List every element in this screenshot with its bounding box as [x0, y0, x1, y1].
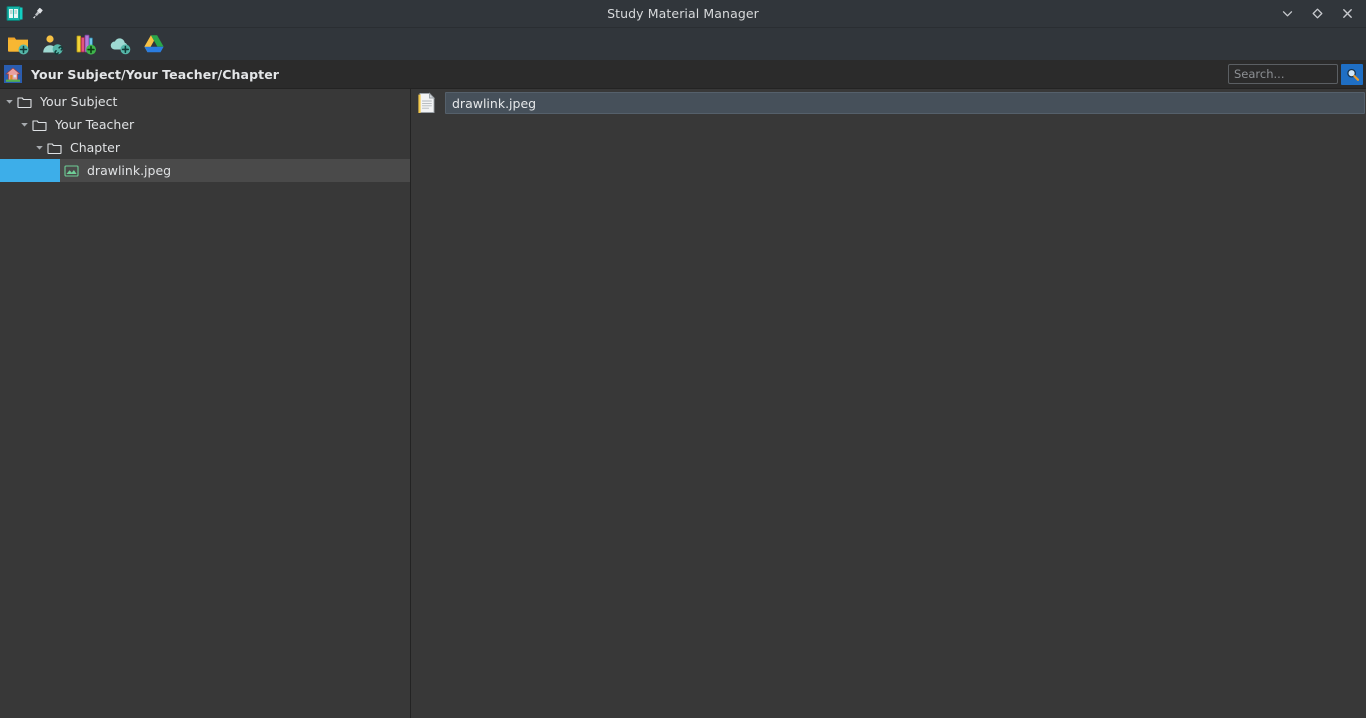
add-cloud-button[interactable]: [106, 30, 134, 58]
tree-item-chapter[interactable]: Chapter: [0, 136, 410, 159]
home-icon[interactable]: [4, 65, 22, 83]
add-books-button[interactable]: [72, 30, 100, 58]
folder-icon: [16, 90, 33, 113]
search-input[interactable]: [1228, 64, 1338, 84]
add-cloud-icon: [108, 32, 132, 56]
title-bar: Study Material Manager: [0, 0, 1366, 28]
breadcrumb[interactable]: Your Subject/Your Teacher/Chapter: [31, 67, 279, 82]
search-area: [1228, 63, 1366, 85]
chevron-down-icon[interactable]: [32, 136, 46, 159]
chevron-down-icon[interactable]: [17, 113, 31, 136]
title-bar-left: [0, 4, 45, 23]
folder-icon: [31, 113, 48, 136]
add-teacher-button[interactable]: [38, 30, 66, 58]
folder-tree: Your Subject Your Teacher Chapter drawli…: [0, 89, 410, 182]
book-icon: [5, 4, 24, 23]
add-folder-button[interactable]: [4, 30, 32, 58]
search-button[interactable]: [1341, 63, 1363, 85]
maximize-button[interactable]: [1302, 1, 1332, 27]
chevron-down-icon[interactable]: [2, 90, 16, 113]
app-window: Study Material Manager Your Subject/Your…: [0, 0, 1366, 718]
toolbar: [0, 28, 1366, 60]
tree-item-label: drawlink.jpeg: [87, 163, 172, 178]
google-drive-icon: [142, 32, 166, 56]
window-title: Study Material Manager: [607, 6, 759, 21]
tree-item-your-teacher[interactable]: Your Teacher: [0, 113, 410, 136]
tree-item-label: Your Teacher: [55, 117, 135, 132]
magnifier-icon: [1345, 67, 1360, 82]
file-list-panel: drawlink.jpeg: [411, 89, 1366, 718]
add-person-link-icon: [40, 32, 64, 56]
file-list-item[interactable]: drawlink.jpeg: [411, 89, 1366, 117]
pin-icon[interactable]: [30, 6, 45, 21]
document-icon: [416, 89, 438, 117]
location-bar: Your Subject/Your Teacher/Chapter: [0, 60, 1366, 89]
tree-item-label: Your Subject: [40, 94, 118, 109]
window-controls: [1272, 1, 1366, 27]
close-button[interactable]: [1332, 1, 1362, 27]
minimize-button[interactable]: [1272, 1, 1302, 27]
tree-item-your-subject[interactable]: Your Subject: [0, 90, 410, 113]
add-folder-icon: [6, 32, 30, 56]
google-drive-button[interactable]: [140, 30, 168, 58]
tree-item-drawlink-jpeg[interactable]: drawlink.jpeg: [0, 159, 410, 182]
add-books-icon: [74, 32, 98, 56]
sidebar: Your Subject Your Teacher Chapter drawli…: [0, 89, 411, 718]
image-file-icon: [63, 159, 80, 182]
content-area: Your Subject Your Teacher Chapter drawli…: [0, 89, 1366, 718]
file-name-label[interactable]: drawlink.jpeg: [445, 92, 1365, 114]
folder-icon: [46, 136, 63, 159]
tree-item-label: Chapter: [70, 140, 120, 155]
